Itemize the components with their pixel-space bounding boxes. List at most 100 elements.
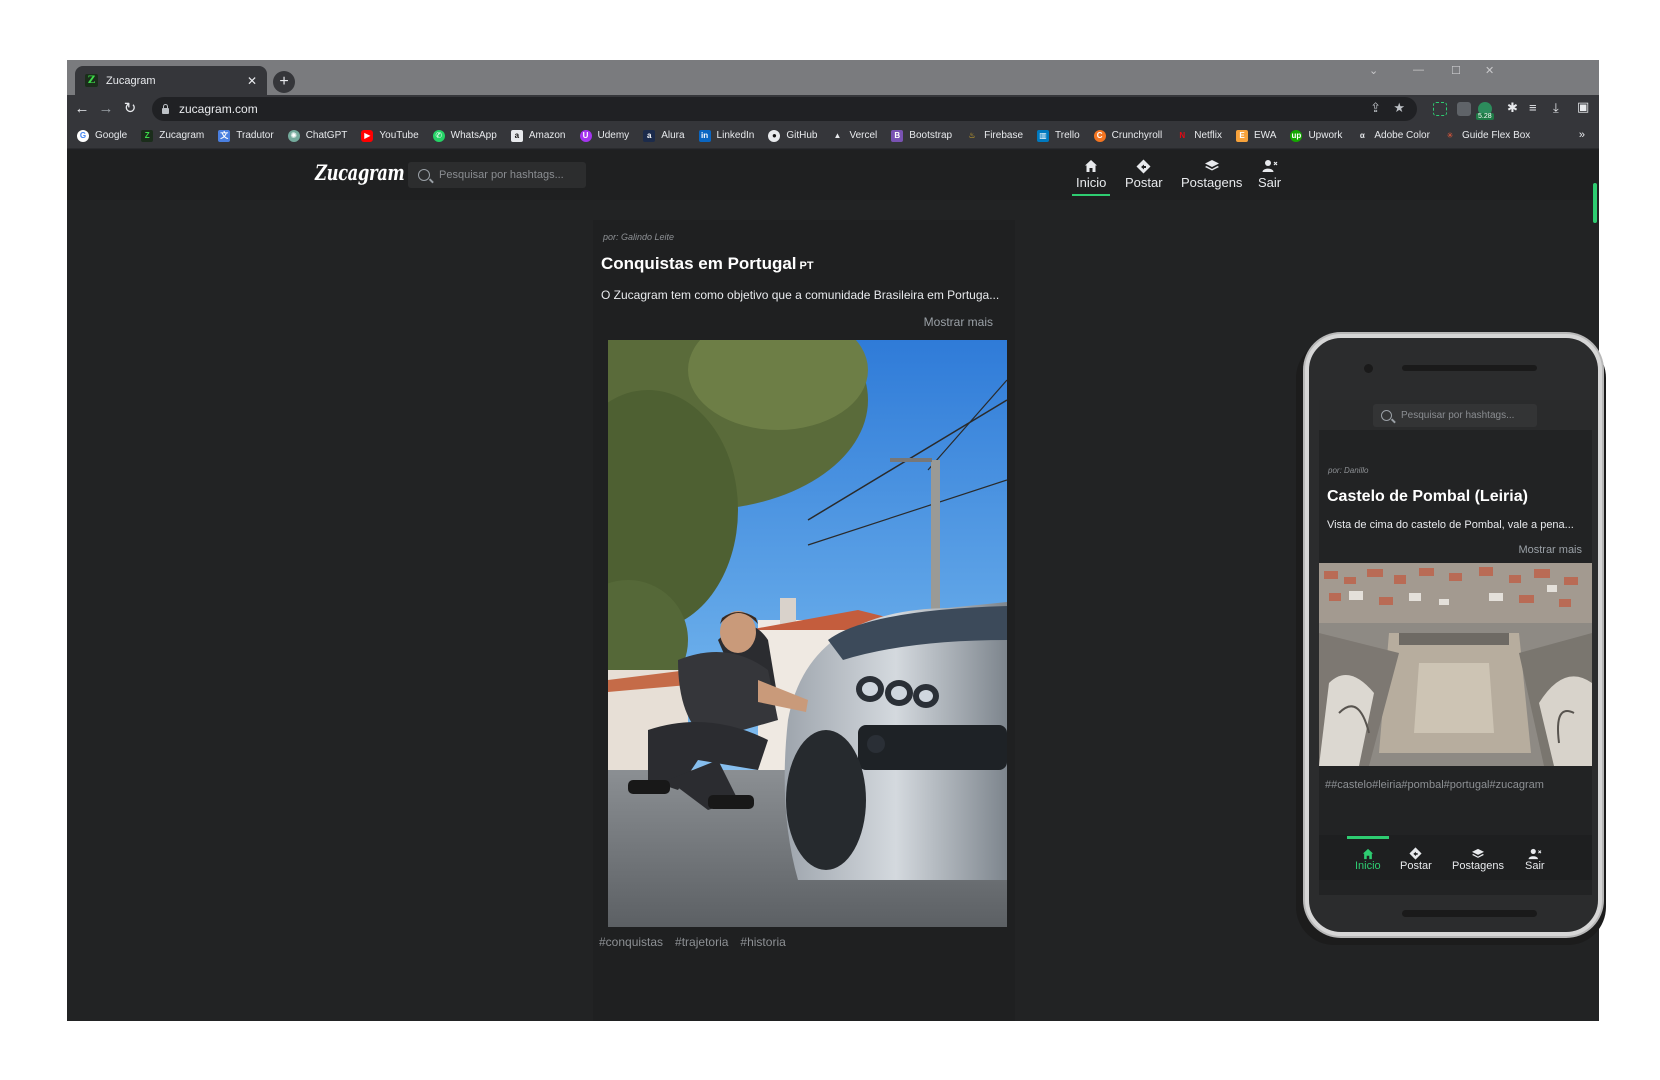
back-arrow-icon[interactable]: ←	[73, 99, 91, 119]
forward-arrow-icon[interactable]: →	[97, 99, 115, 119]
browser-tab[interactable]: Z Zucagram ✕	[75, 66, 267, 95]
phone-nav-inicio[interactable]: Inicio	[1347, 836, 1389, 872]
close-tab-icon[interactable]: ✕	[247, 74, 257, 88]
vercel-icon: ▲	[833, 131, 842, 140]
post-diamond-icon	[1409, 847, 1422, 860]
bookmark-item[interactable]: 文 Tradutor	[218, 129, 274, 142]
nav-postagens-label: Postagens	[1181, 175, 1243, 190]
url-text: zucagram.com	[179, 102, 258, 116]
layers-icon	[1204, 158, 1220, 174]
screenshot-extension-icon[interactable]	[1433, 102, 1447, 116]
phone-show-more-button[interactable]: Mostrar mais	[1518, 544, 1582, 556]
phone-nav-sair-label: Sair	[1525, 860, 1545, 872]
app-logo[interactable]: Zucagram	[315, 160, 405, 185]
extension-badge: 5.28	[1476, 113, 1494, 120]
hashtag-link[interactable]: #trajetoria	[675, 935, 728, 949]
search-icon	[418, 169, 430, 181]
bookmark-item[interactable]: B Bootstrap	[891, 129, 952, 142]
home-icon	[1362, 847, 1374, 860]
whatsapp-icon: ✆	[432, 129, 445, 142]
post-title: Conquistas em Portugal PT	[601, 254, 814, 274]
zucagram-icon: Z	[141, 129, 154, 142]
nav-sair[interactable]: Sair	[1258, 158, 1281, 190]
new-tab-button[interactable]: +	[273, 71, 295, 93]
app-navbar: Zucagram Inicio Postar	[67, 150, 1599, 200]
post-tags: #conquistas #trajetoria #historia	[599, 935, 786, 949]
phone-post-tags[interactable]: ##castelo#leiria#pombal#portugal#zucagra…	[1325, 779, 1544, 791]
upwork-icon: up	[1290, 129, 1303, 142]
front-camera	[1364, 364, 1373, 373]
hashtag-search-input[interactable]	[439, 169, 569, 181]
bookmark-item[interactable]: a Alura	[643, 129, 685, 142]
chatgpt-icon: ✺	[287, 129, 300, 142]
nav-postagens[interactable]: Postagens	[1181, 158, 1242, 190]
tab-search-icon[interactable]: ⌄	[1369, 64, 1378, 77]
close-window-icon[interactable]: ✕	[1485, 64, 1494, 77]
maximize-icon[interactable]: ☐	[1451, 64, 1461, 77]
bookmark-star-icon[interactable]: ★	[1393, 100, 1405, 116]
bookmark-item[interactable]: ▶ YouTube	[361, 129, 419, 142]
netflix-icon: N	[1179, 131, 1186, 140]
minimize-icon[interactable]: —	[1413, 64, 1424, 76]
bookmark-item[interactable]: in LinkedIn	[698, 129, 754, 142]
bookmark-item[interactable]: C Crunchyroll	[1093, 129, 1162, 142]
bookmark-item[interactable]: α Adobe Color	[1356, 130, 1430, 142]
nav-inicio[interactable]: Inicio	[1071, 158, 1111, 196]
bookmark-item[interactable]: ✺ ChatGPT	[287, 129, 347, 142]
bookmark-item[interactable]: ✆ WhatsApp	[432, 129, 497, 142]
bookmark-item[interactable]: ✳ Guide Flex Box	[1444, 130, 1531, 142]
search-icon	[1381, 410, 1392, 421]
bootstrap-icon: B	[891, 129, 904, 142]
page-scrollbar[interactable]	[1593, 183, 1597, 223]
reload-icon[interactable]: ↻	[121, 99, 139, 119]
github-icon: ●	[768, 129, 781, 142]
nav-sair-label: Sair	[1258, 175, 1282, 190]
phone-nav-postar[interactable]: Postar	[1400, 847, 1432, 872]
share-icon[interactable]: ⇪	[1370, 100, 1381, 116]
phone-nav-postagens[interactable]: Postagens	[1452, 847, 1504, 872]
lock-icon	[162, 103, 169, 114]
side-panel-icon[interactable]: ▣	[1577, 99, 1589, 115]
hashtag-link[interactable]: #conquistas	[599, 935, 663, 949]
bookmark-item[interactable]: Z Zucagram	[141, 129, 204, 142]
bookmark-item[interactable]: ♨ Firebase	[966, 130, 1024, 142]
nav-postar[interactable]: Postar	[1125, 158, 1163, 190]
bookmarks-overflow-button[interactable]: »	[1579, 129, 1585, 141]
phone-bottom-nav: Inicio Postar Postagens Sair	[1319, 835, 1592, 880]
bookmark-item[interactable]: N Netflix	[1176, 130, 1222, 142]
zucagram-favicon-icon: Z	[85, 74, 98, 87]
address-bar[interactable]: zucagram.com ⇪ ★	[152, 97, 1417, 121]
youtube-icon: ▶	[361, 129, 374, 142]
hashtag-link[interactable]: #historia	[740, 935, 785, 949]
post-description: O Zucagram tem como objetivo que a comun…	[601, 288, 1000, 302]
linkedin-icon: in	[698, 129, 711, 142]
phone-post-photo[interactable]	[1319, 563, 1592, 766]
bookmark-item[interactable]: ▲ Vercel	[831, 130, 878, 142]
phone-screen: por: Danillo Castelo de Pombal (Leiria) …	[1319, 400, 1592, 895]
bookmark-item[interactable]: U Udemy	[579, 129, 629, 142]
bookmark-item[interactable]: ▥ Trello	[1037, 129, 1080, 142]
phone-search-input[interactable]	[1401, 410, 1531, 421]
phone-post-title: Castelo de Pombal (Leiria)	[1327, 488, 1528, 505]
bookmark-item[interactable]: up Upwork	[1290, 129, 1342, 142]
home-icon	[1084, 158, 1098, 174]
phone-hashtag-search	[1373, 404, 1537, 427]
bookmark-item[interactable]: E EWA	[1236, 129, 1276, 142]
bookmarks-bar: G Google Z Zucagram 文 Tradutor ✺ ChatGPT ▶ Yo…	[67, 123, 1599, 149]
phone-post-author: por: Danillo	[1328, 466, 1369, 475]
bookmark-item[interactable]: G Google	[77, 129, 127, 142]
extension-icon[interactable]	[1457, 102, 1471, 116]
download-icon[interactable]: ⤓	[1553, 100, 1559, 116]
amazon-icon: a	[510, 129, 523, 142]
bookmark-item[interactable]: ● GitHub	[768, 129, 817, 142]
bookmark-item[interactable]: a Amazon	[510, 129, 566, 142]
phone-nav-sair[interactable]: Sair	[1525, 847, 1545, 872]
flexbox-guide-icon: ✳	[1446, 131, 1454, 140]
extensions-puzzle-icon[interactable]: ✱	[1507, 100, 1518, 116]
hashtag-search	[408, 162, 586, 188]
phone-post-description: Vista de cima do castelo de Pombal, vale…	[1327, 519, 1574, 531]
translate-icon: 文	[218, 129, 231, 142]
show-more-button[interactable]: Mostrar mais	[924, 315, 993, 329]
reading-list-icon[interactable]: ≡	[1529, 100, 1537, 115]
post-photo[interactable]	[608, 340, 1007, 927]
